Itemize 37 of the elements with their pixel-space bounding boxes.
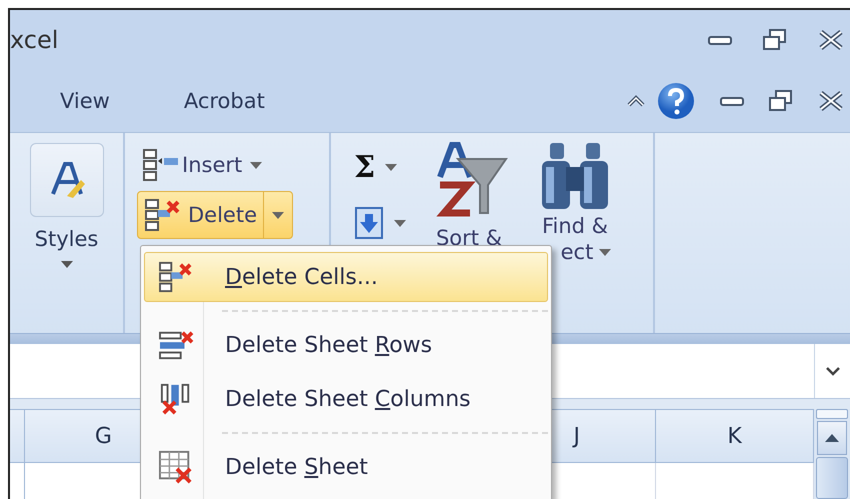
- delete-cells-icon: [144, 198, 182, 232]
- find-select-label: Find &: [542, 213, 608, 240]
- window-title: xcel: [10, 26, 58, 54]
- dropdown-caret-icon[interactable]: [599, 248, 612, 256]
- up-triangle-icon: [824, 433, 840, 443]
- caret-icon: [272, 212, 284, 218]
- restore-icon[interactable]: [762, 28, 788, 52]
- menu-item[interactable]: Delete Cells...: [144, 252, 548, 302]
- help-icon[interactable]: [656, 81, 696, 121]
- scroll-up-button[interactable]: [817, 421, 847, 455]
- delete-cells-icon: [158, 261, 194, 293]
- close-icon[interactable]: [818, 90, 844, 112]
- ribbon-tab[interactable]: View: [40, 81, 130, 121]
- minimize-icon[interactable]: [708, 34, 732, 46]
- sort-filter-label: Sort &: [436, 225, 502, 252]
- restore-icon[interactable]: [768, 89, 794, 113]
- caret-icon: [394, 220, 406, 226]
- autosum-button[interactable]: Σ: [347, 141, 413, 193]
- chevron-down-icon: [824, 366, 840, 376]
- scrollbar-thumb[interactable]: [816, 457, 848, 499]
- caret-icon: [250, 162, 262, 168]
- split-box-handle[interactable]: [816, 409, 848, 419]
- ribbon-tab[interactable]: Acrobat: [164, 81, 285, 121]
- caret-icon: [385, 164, 398, 170]
- delete-sheet-icon: [158, 450, 194, 484]
- insert-cells-icon: [142, 148, 180, 182]
- dropdown-caret-icon[interactable]: [60, 261, 72, 268]
- delete-split-button[interactable]: Delete: [137, 191, 293, 239]
- find-select-label: ect: [560, 239, 594, 266]
- collapse-ribbon-icon[interactable]: [626, 94, 646, 108]
- menu-item[interactable]: Delete Sheet Rows: [144, 320, 548, 370]
- styles-button[interactable]: [30, 143, 104, 217]
- insert-button[interactable]: Insert: [137, 145, 268, 185]
- minimize-icon[interactable]: [720, 95, 744, 107]
- delete-rows-icon: [158, 329, 194, 361]
- styles-label: Styles: [34, 227, 98, 251]
- close-icon[interactable]: [818, 29, 844, 51]
